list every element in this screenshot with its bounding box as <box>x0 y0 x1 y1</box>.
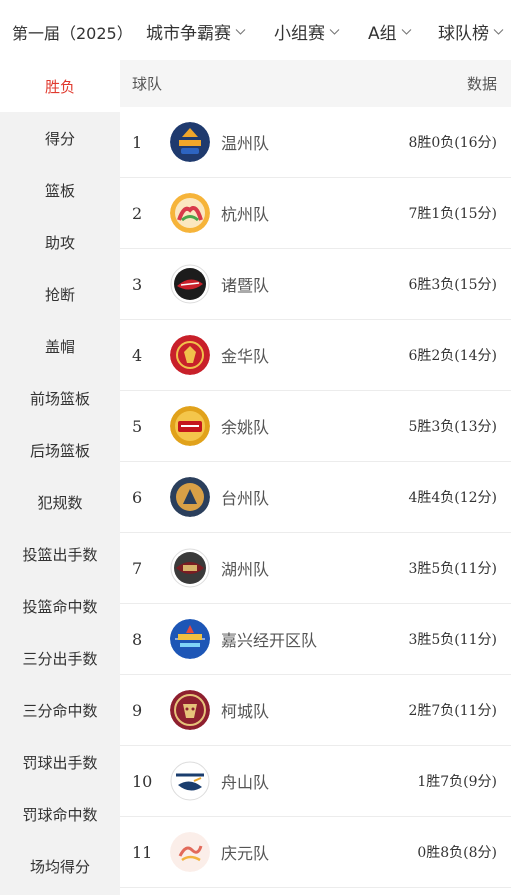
sidebar-item-blocks[interactable]: 盖帽 <box>0 320 120 372</box>
sidebar-item-ft-attempts[interactable]: 罚球出手数 <box>0 736 120 788</box>
team-record: 7胜1负(15分) <box>408 206 497 222</box>
table-row[interactable]: 4 金华队 6胜2负(14分) <box>120 320 511 391</box>
team-name: 嘉兴经开区队 <box>221 631 318 650</box>
chevron-down-icon <box>401 26 412 37</box>
board-label: 球队榜 <box>438 24 489 44</box>
team-name: 诸暨队 <box>221 276 270 295</box>
sidebar-item-fg-made[interactable]: 投篮命中数 <box>0 580 120 632</box>
rank: 5 <box>132 416 143 436</box>
table-row[interactable]: 2 杭州队 7胜1负(15分) <box>120 178 511 249</box>
kecheng-logo-icon <box>170 690 210 730</box>
chevron-down-icon <box>235 26 246 37</box>
team-name: 庆元队 <box>221 844 270 863</box>
team-record: 6胜2负(14分) <box>408 348 497 364</box>
team-record: 5胜3负(13分) <box>408 419 497 435</box>
sidebar-item-rebounds[interactable]: 篮板 <box>0 164 120 216</box>
chevron-down-icon <box>329 26 340 37</box>
rank: 7 <box>132 558 143 578</box>
team-record: 4胜4负(12分) <box>408 490 497 506</box>
huzhou-logo-icon <box>170 548 210 588</box>
table-row[interactable]: 5 余姚队 5胜3负(13分) <box>120 391 511 462</box>
filter-bar: 第一届（2025） 城市争霸赛 小组赛 A组 球队榜 <box>0 0 511 60</box>
column-header-team: 球队 <box>132 75 163 93</box>
zhoushan-logo-icon <box>170 761 210 801</box>
table-row[interactable]: 11 庆元队 0胜8负(8分) <box>120 817 511 888</box>
table-row[interactable]: 9 柯城队 2胜7负(11分) <box>120 675 511 746</box>
sidebar-item-avg-points[interactable]: 场均得分 <box>0 840 120 892</box>
team-name: 杭州队 <box>221 205 270 224</box>
sidebar-item-3pt-made[interactable]: 三分命中数 <box>0 684 120 736</box>
jinhua-logo-icon <box>170 335 210 375</box>
rank: 8 <box>132 629 143 649</box>
jiaxing-logo-icon <box>170 619 210 659</box>
sidebar-item-ft-made[interactable]: 罚球命中数 <box>0 788 120 840</box>
rank: 2 <box>132 203 143 223</box>
rank: 4 <box>132 345 143 365</box>
board-dropdown[interactable]: 球队榜 <box>438 19 504 44</box>
column-header-data: 数据 <box>466 75 497 93</box>
season-selector[interactable]: 第一届（2025） <box>6 20 146 44</box>
team-name: 舟山队 <box>221 773 270 792</box>
team-name: 柯城队 <box>221 702 270 721</box>
hangzhou-logo-icon <box>170 193 210 233</box>
chevron-down-icon <box>493 26 504 37</box>
table-row[interactable]: 3 诸暨队 6胜3负(15分) <box>120 249 511 320</box>
taizhou-logo-icon <box>170 477 210 517</box>
rank: 1 <box>132 132 143 152</box>
team-record: 3胜5负(11分) <box>408 561 497 577</box>
group-dropdown[interactable]: A组 <box>368 19 412 44</box>
qingyuan-logo-icon <box>170 832 210 872</box>
team-name: 金华队 <box>221 347 270 366</box>
sidebar-item-3pt-attempts[interactable]: 三分出手数 <box>0 632 120 684</box>
stage-label: 小组赛 <box>274 24 325 44</box>
team-name: 湖州队 <box>221 560 270 579</box>
group-label: A组 <box>368 24 397 44</box>
team-record: 0胜8负(8分) <box>417 845 497 861</box>
zhuji-logo-icon <box>170 264 210 304</box>
yuyao-logo-icon <box>170 406 210 446</box>
sidebar-item-defensive-rebounds[interactable]: 后场篮板 <box>0 424 120 476</box>
wenzhou-logo-icon <box>170 122 210 162</box>
rank: 10 <box>132 771 153 791</box>
team-record: 6胜3负(15分) <box>408 277 497 293</box>
team-record: 3胜5负(11分) <box>408 632 497 648</box>
table-row[interactable]: 1 温州队 8胜0负(16分) <box>120 107 511 178</box>
rank: 3 <box>132 274 143 294</box>
rank: 6 <box>132 487 143 507</box>
table-row[interactable]: 6 台州队 4胜4负(12分) <box>120 462 511 533</box>
stat-category-sidebar: 胜负 得分 篮板 助攻 抢断 盖帽 前场篮板 后场篮板 犯规数 投篮出手数 投篮… <box>0 60 120 895</box>
table-row[interactable]: 10 舟山队 1胜7负(9分) <box>120 746 511 817</box>
sidebar-item-assists[interactable]: 助攻 <box>0 216 120 268</box>
rank: 9 <box>132 700 143 720</box>
sidebar-item-wins-losses[interactable]: 胜负 <box>0 60 120 112</box>
team-name: 余姚队 <box>221 418 270 437</box>
competition-dropdown[interactable]: 城市争霸赛 <box>146 19 246 44</box>
sidebar-item-points[interactable]: 得分 <box>0 112 120 164</box>
sidebar-item-steals[interactable]: 抢断 <box>0 268 120 320</box>
rank: 11 <box>132 842 153 862</box>
competition-label: 城市争霸赛 <box>146 24 231 44</box>
table-header: 球队 数据 <box>120 60 511 107</box>
stage-dropdown[interactable]: 小组赛 <box>274 19 340 44</box>
sidebar-item-fg-attempts[interactable]: 投篮出手数 <box>0 528 120 580</box>
team-name: 台州队 <box>221 489 270 508</box>
sidebar-item-fouls[interactable]: 犯规数 <box>0 476 120 528</box>
team-record: 8胜0负(16分) <box>408 135 497 151</box>
table-row[interactable]: 7 湖州队 3胜5负(11分) <box>120 533 511 604</box>
team-name: 温州队 <box>221 134 270 153</box>
team-record: 2胜7负(11分) <box>408 703 497 719</box>
sidebar-item-offensive-rebounds[interactable]: 前场篮板 <box>0 372 120 424</box>
team-record: 1胜7负(9分) <box>417 774 497 790</box>
table-row[interactable]: 8 嘉兴经开区队 3胜5负(11分) <box>120 604 511 675</box>
standings-table: 球队 数据 1 温州队 8胜0负(16分) 2 杭州队 7胜1负(15分) 3 … <box>120 60 511 895</box>
